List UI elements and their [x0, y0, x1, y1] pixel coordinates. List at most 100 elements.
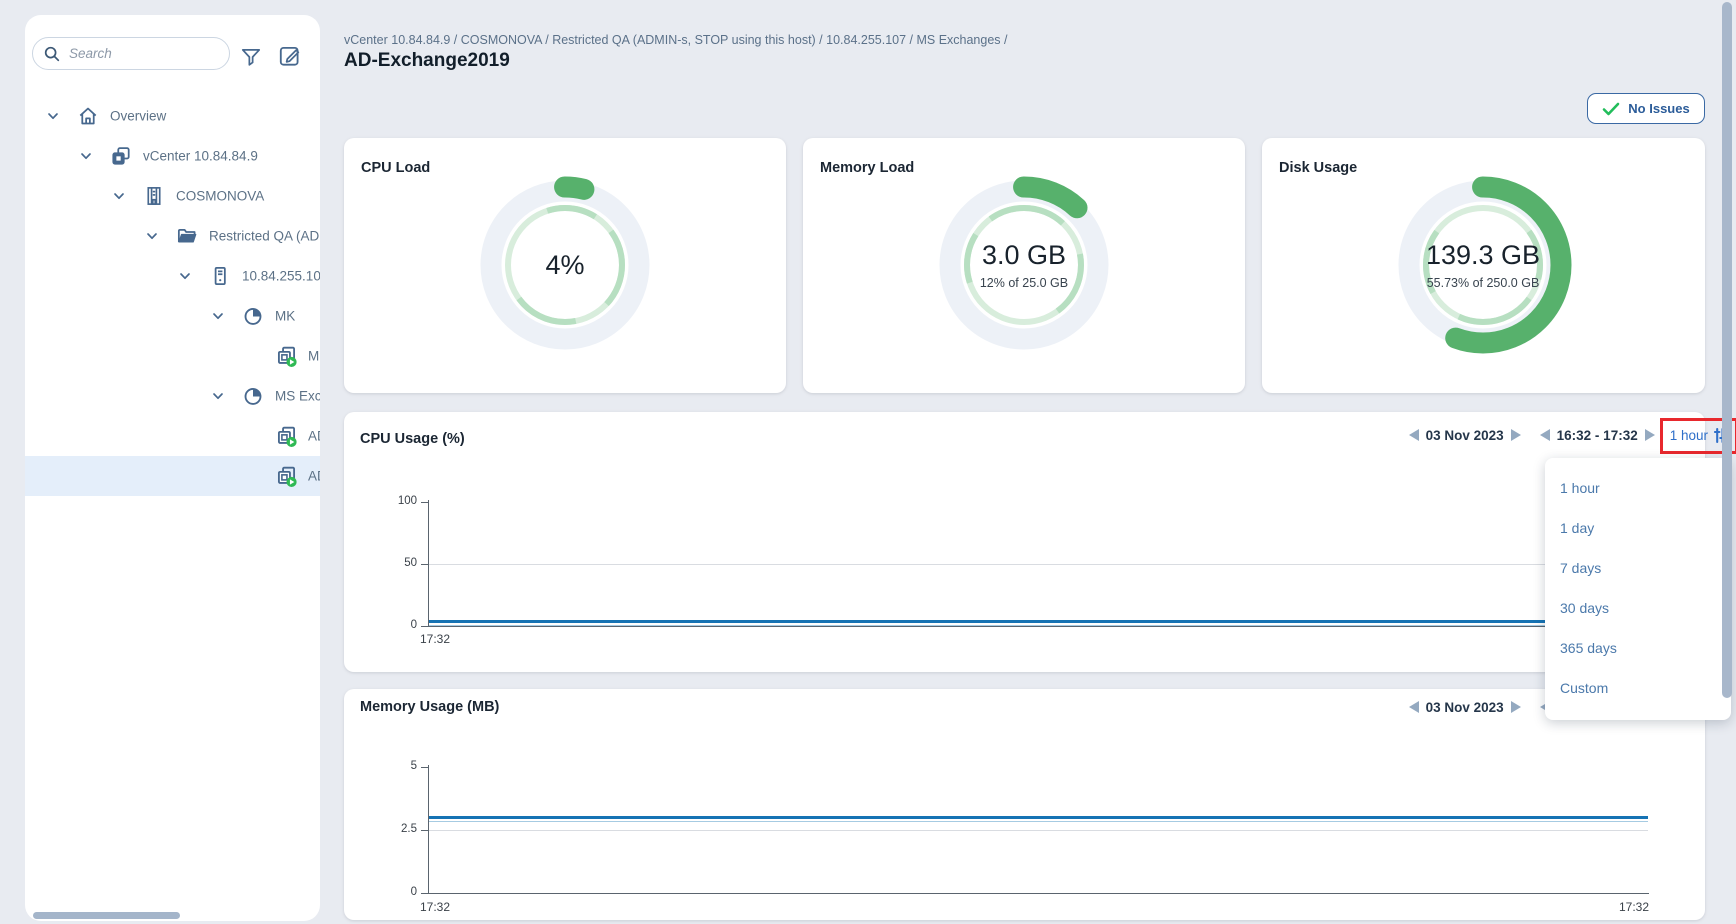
prev-date-arrow[interactable] — [1409, 701, 1419, 713]
cpu-load-card: CPU Load 4% — [344, 138, 786, 393]
tree-item-label: Overview — [110, 109, 166, 124]
page-vertical-scrollbar[interactable] — [1722, 2, 1732, 698]
cpu-chart-nav: 03 Nov 2023 16:32 - 17:32 1 hour — [1409, 424, 1731, 446]
prev-time-arrow[interactable] — [1540, 429, 1550, 441]
memory-series-line-light — [429, 821, 1648, 822]
interval-option-30-days[interactable]: 30 days — [1545, 588, 1731, 628]
memory-series-line — [429, 816, 1648, 819]
status-badge-label: No Issues — [1628, 101, 1689, 116]
cpu-gridline-50 — [429, 564, 1695, 565]
cpu-ytick-100: 100 — [385, 495, 417, 507]
cpu-load-gauge: 4% — [465, 165, 665, 365]
card-title: CPU Load — [361, 160, 430, 176]
tree-item-label: 10.84.255.10 — [242, 269, 320, 284]
cpu-ytick-0: 0 — [385, 619, 417, 631]
datacenter-icon — [143, 185, 165, 207]
gauge-subtext: 12% of 25.0 GB — [980, 276, 1068, 290]
breadcrumb[interactable]: vCenter 10.84.84.9 / COSMONOVA / Restric… — [344, 33, 1008, 47]
vm-icon — [275, 425, 298, 448]
tree-item-label: AD — [308, 469, 320, 484]
memory-xtick-end: 17:32 — [1605, 900, 1649, 914]
chevron-down-icon[interactable] — [211, 389, 225, 403]
tree-item-ad[interactable]: AD — [25, 416, 320, 456]
status-badge[interactable]: No Issues — [1587, 93, 1705, 124]
tree-item-label: COSMONOVA — [176, 189, 264, 204]
memory-nav-date: 03 Nov 2023 — [1426, 700, 1504, 715]
disk-usage-card: Disk Usage 139.3 GB 55.73% of 250.0 GB — [1262, 138, 1705, 393]
next-time-arrow[interactable] — [1645, 429, 1655, 441]
gauge-value: 139.3 GB — [1426, 240, 1540, 271]
host-icon — [209, 265, 231, 287]
tree-item-cosmonova[interactable]: COSMONOVA — [25, 176, 320, 216]
tree-item-restricted-qa-ad[interactable]: Restricted QA (AD — [25, 216, 320, 256]
cpu-x-axis — [428, 626, 1696, 627]
chevron-down-icon[interactable] — [178, 269, 192, 283]
sidebar: Overview vCenter 10.84.84.9 COSMONOVA Restr… — [25, 15, 320, 921]
search-input[interactable] — [69, 46, 229, 61]
gauge-subtext: 55.73% of 250.0 GB — [1427, 276, 1540, 290]
memory-tick — [421, 830, 428, 831]
cpu-tick — [421, 564, 428, 565]
cpu-nav-time-range: 16:32 - 17:32 — [1557, 428, 1638, 443]
memory-load-gauge: 3.0 GB 12% of 25.0 GB — [924, 165, 1124, 365]
memory-x-axis — [428, 893, 1649, 894]
interval-option-1-hour[interactable]: 1 hour — [1545, 468, 1731, 508]
cpu-xtick-start: 17:32 — [420, 632, 450, 646]
tree-item-label: MK — [275, 309, 295, 324]
resource-pool-icon — [242, 305, 264, 327]
home-icon — [77, 105, 99, 127]
tree-item-mk[interactable]: MK — [25, 296, 320, 336]
sidebar-horizontal-scrollbar[interactable] — [33, 912, 180, 919]
chevron-down-icon[interactable] — [46, 109, 60, 123]
memory-tick — [421, 893, 428, 894]
interval-menu: 1 hour1 day7 days30 days365 daysCustom — [1545, 458, 1731, 720]
vm-icon — [275, 465, 298, 488]
next-date-arrow[interactable] — [1511, 429, 1521, 441]
memory-usage-chart-card — [344, 689, 1705, 920]
chevron-down-icon[interactable] — [145, 229, 159, 243]
chevron-down-icon[interactable] — [79, 149, 93, 163]
next-date-arrow[interactable] — [1511, 701, 1521, 713]
interval-option-365-days[interactable]: 365 days — [1545, 628, 1731, 668]
tree-item-ms-exc[interactable]: MS Exc — [25, 376, 320, 416]
folder-icon — [176, 225, 198, 247]
memory-chart-title: Memory Usage (MB) — [360, 699, 499, 715]
cpu-ytick-50: 50 — [385, 557, 417, 569]
prev-date-arrow[interactable] — [1409, 429, 1419, 441]
interval-option-custom[interactable]: Custom — [1545, 668, 1731, 708]
search-icon — [43, 45, 61, 63]
memory-ytick-0: 0 — [385, 886, 417, 898]
resource-pool-icon — [242, 385, 264, 407]
tree-item-label: vCenter 10.84.84.9 — [143, 149, 258, 164]
memory-gridline-2-5 — [429, 830, 1648, 831]
page-title: AD-Exchange2019 — [344, 50, 510, 72]
tree-item-overview[interactable]: Overview — [25, 96, 320, 136]
tree-item-10-84-255-10[interactable]: 10.84.255.10 — [25, 256, 320, 296]
edit-icon[interactable] — [277, 43, 303, 69]
tree-item-vcenter-10-84-84-9[interactable]: vCenter 10.84.84.9 — [25, 136, 320, 176]
filter-icon[interactable] — [239, 45, 265, 71]
search-box[interactable] — [32, 37, 230, 70]
memory-ytick-2-5: 2.5 — [385, 823, 417, 835]
chevron-down-icon[interactable] — [112, 189, 126, 203]
memory-load-card: Memory Load 3.0 GB 12% of 25.0 GB — [803, 138, 1245, 393]
gauge-value: 4% — [545, 250, 584, 281]
check-icon — [1602, 102, 1620, 116]
tree-item-label: AD — [308, 429, 320, 444]
tree-item-mh[interactable]: MH — [25, 336, 320, 376]
memory-xtick-start: 17:32 — [420, 900, 450, 914]
vm-icon — [275, 345, 298, 368]
interval-option-1-day[interactable]: 1 day — [1545, 508, 1731, 548]
cpu-nav-date: 03 Nov 2023 — [1426, 428, 1504, 443]
gauge-value: 3.0 GB — [982, 240, 1066, 271]
memory-ytick-5: 5 — [385, 760, 417, 772]
tree-item-label: Restricted QA (AD — [209, 229, 319, 244]
cpu-tick — [421, 626, 428, 627]
disk-usage-gauge: 139.3 GB 55.73% of 250.0 GB — [1383, 165, 1583, 365]
chevron-down-icon[interactable] — [211, 309, 225, 323]
cpu-usage-chart-card — [344, 412, 1705, 672]
card-title: Disk Usage — [1279, 160, 1357, 176]
interval-option-7-days[interactable]: 7 days — [1545, 548, 1731, 588]
memory-tick — [421, 767, 428, 768]
tree-item-ad-selected[interactable]: AD — [25, 456, 320, 496]
